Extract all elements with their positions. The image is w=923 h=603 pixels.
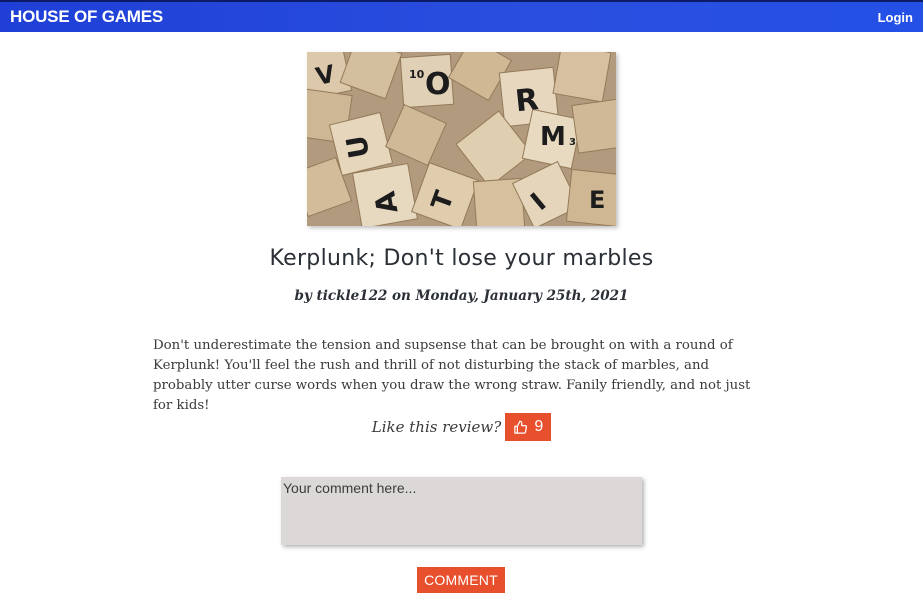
review-body: Don't underestimate the tension and sups… bbox=[153, 338, 751, 413]
scrabble-tiles-photo: O 10 R M 3 U A T I E V bbox=[307, 52, 616, 226]
vote-prompt: Like this review? bbox=[371, 418, 502, 436]
review-title: Kerplunk; Don't lose your marbles bbox=[269, 246, 654, 271]
vote-row: Like this review? 9 bbox=[0, 413, 923, 441]
thumbs-up-icon bbox=[513, 420, 528, 435]
review-byline: by tickle122 on Monday, January 25th, 20… bbox=[294, 288, 629, 304]
upvote-button[interactable]: 9 bbox=[505, 413, 552, 441]
login-link[interactable]: Login bbox=[878, 10, 913, 25]
site-brand[interactable]: HOUSE OF GAMES bbox=[10, 7, 163, 27]
comment-input[interactable] bbox=[281, 477, 642, 545]
top-navbar: HOUSE OF GAMES Login bbox=[0, 0, 923, 32]
comment-submit-button[interactable]: COMMENT bbox=[417, 567, 505, 593]
review-image: O 10 R M 3 U A T I E V bbox=[307, 52, 616, 226]
vote-count: 9 bbox=[534, 418, 544, 435]
